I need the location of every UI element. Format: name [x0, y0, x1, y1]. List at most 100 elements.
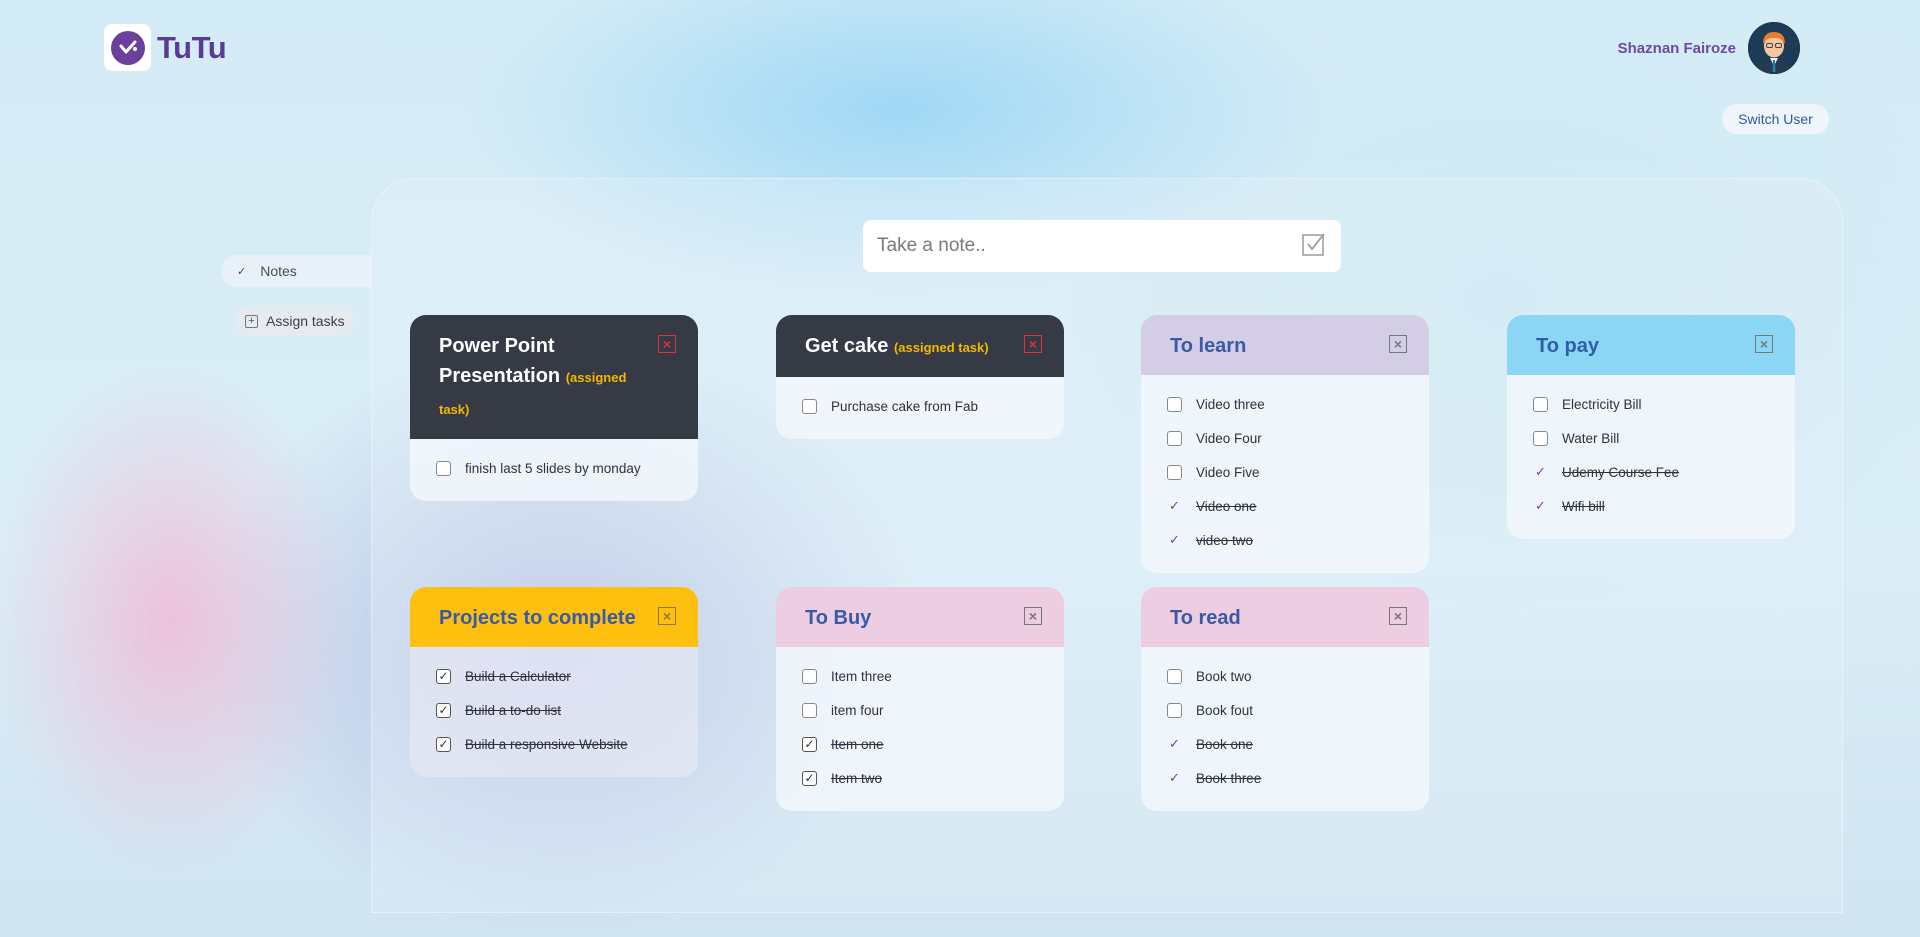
- list-item: Water Bill: [1533, 421, 1795, 455]
- item-label: Wifi bill: [1562, 498, 1605, 514]
- list-item: Electricity Bill: [1533, 387, 1795, 421]
- item-checkbox[interactable]: ✓: [436, 668, 451, 684]
- item-label: Video one: [1196, 498, 1257, 514]
- note-card-header: To pay ×: [1507, 315, 1795, 375]
- app-name: TuTu: [157, 29, 227, 65]
- close-icon[interactable]: ×: [658, 607, 676, 625]
- item-checkbox[interactable]: ✓: [802, 736, 817, 752]
- item-checkbox[interactable]: [1167, 668, 1182, 684]
- note-card-header: Get cake (assigned task) ×: [776, 315, 1064, 377]
- close-icon[interactable]: ×: [1389, 335, 1407, 353]
- close-icon[interactable]: ×: [1024, 335, 1042, 353]
- close-icon[interactable]: ×: [658, 335, 676, 353]
- avatar[interactable]: [1748, 22, 1800, 74]
- note-card-header: To Buy ×: [776, 587, 1064, 647]
- note-card-title: To Buy: [805, 607, 872, 629]
- item-label: Water Bill: [1562, 430, 1620, 446]
- note-card-header: To read ×: [1141, 587, 1429, 647]
- item-label: Build a responsive Website: [465, 736, 628, 752]
- item-label: Item two: [831, 770, 883, 786]
- check-icon[interactable]: ✓: [1167, 771, 1182, 786]
- note-input-bar: [863, 220, 1341, 272]
- app-logo[interactable]: TuTu: [104, 24, 227, 71]
- list-item: ✓ Item two: [802, 761, 1064, 795]
- list-item: Video Four: [1167, 421, 1429, 455]
- note-card-title: Power Point Presentation: [439, 335, 561, 387]
- sidebar-item-notes[interactable]: ✓ Notes: [221, 255, 371, 287]
- note-card: Get cake (assigned task) × Purchase cake…: [776, 315, 1064, 439]
- item-label: finish last 5 slides by monday: [465, 460, 641, 476]
- item-label: Video Four: [1196, 430, 1262, 446]
- item-checkbox[interactable]: [436, 460, 451, 476]
- note-card-body: Item three item four ✓ Item one ✓ Item t…: [776, 647, 1064, 811]
- list-item: ✓ Video one: [1167, 489, 1429, 523]
- check-icon[interactable]: ✓: [1167, 533, 1182, 548]
- list-item: ✓ Wifi bill: [1533, 489, 1795, 523]
- list-item: finish last 5 slides by monday: [436, 451, 698, 485]
- sidebar-item-label: Notes: [260, 263, 297, 279]
- item-label: Book two: [1196, 668, 1252, 684]
- list-item: Video three: [1167, 387, 1429, 421]
- check-icon[interactable]: ✓: [1533, 499, 1548, 514]
- note-card-header: Power Point Presentation (assigned task)…: [410, 315, 698, 439]
- list-item: ✓ Build a Calculator: [436, 659, 698, 693]
- item-label: Book three: [1196, 770, 1262, 786]
- plus-icon: +: [245, 314, 258, 328]
- logo-icon: [104, 24, 151, 71]
- assign-tasks-button[interactable]: + Assign tasks: [235, 306, 354, 336]
- list-item: ✓ Build a to-do list: [436, 693, 698, 727]
- item-checkbox[interactable]: [1167, 464, 1182, 480]
- user-profile: Shaznan Fairoze: [1618, 22, 1800, 74]
- note-card: To Buy × Item three item four ✓ Item one…: [776, 587, 1064, 811]
- note-card-title: Get cake: [805, 335, 889, 357]
- close-icon[interactable]: ×: [1024, 607, 1042, 625]
- note-card-title: Projects to complete: [439, 607, 636, 629]
- note-card-header: Projects to complete ×: [410, 587, 698, 647]
- item-checkbox[interactable]: [1167, 430, 1182, 446]
- item-label: Build a Calculator: [465, 668, 571, 684]
- item-checkbox[interactable]: [802, 668, 817, 684]
- item-label: video two: [1196, 532, 1254, 548]
- note-card-title: To learn: [1170, 335, 1247, 357]
- item-label: Purchase cake from Fab: [831, 398, 979, 414]
- list-item: ✓ video two: [1167, 523, 1429, 557]
- close-icon[interactable]: ×: [1389, 607, 1407, 625]
- note-card-title: To read: [1170, 607, 1241, 629]
- list-item: Book two: [1167, 659, 1429, 693]
- list-item: ✓ Udemy Course Fee: [1533, 455, 1795, 489]
- assign-tasks-label: Assign tasks: [266, 313, 345, 329]
- list-item: item four: [802, 693, 1064, 727]
- item-checkbox[interactable]: ✓: [436, 736, 451, 752]
- assigned-task-label: (assigned task): [893, 340, 989, 355]
- note-card-body: Electricity Bill Water Bill ✓ Udemy Cour…: [1507, 375, 1795, 539]
- note-card: To learn × Video three Video Four Video …: [1141, 315, 1429, 573]
- item-label: Electricity Bill: [1562, 396, 1642, 412]
- switch-user-button[interactable]: Switch User: [1722, 104, 1829, 134]
- list-item: ✓ Item one: [802, 727, 1064, 761]
- item-checkbox[interactable]: ✓: [436, 702, 451, 718]
- list-item: ✓ Book one: [1167, 727, 1429, 761]
- check-icon[interactable]: ✓: [1533, 465, 1548, 480]
- notes-panel: [371, 178, 1843, 913]
- item-label: Item one: [831, 736, 884, 752]
- item-checkbox[interactable]: [1533, 430, 1548, 446]
- item-checkbox[interactable]: [1167, 396, 1182, 412]
- note-card-body: Video three Video Four Video Five ✓ Vide…: [1141, 375, 1429, 573]
- item-checkbox[interactable]: [802, 702, 817, 718]
- note-card-header: To learn ×: [1141, 315, 1429, 375]
- item-label: Video three: [1196, 396, 1265, 412]
- user-name: Shaznan Fairoze: [1617, 39, 1736, 57]
- item-checkbox[interactable]: [1533, 396, 1548, 412]
- note-card: Power Point Presentation (assigned task)…: [410, 315, 698, 501]
- close-icon[interactable]: ×: [1755, 335, 1773, 353]
- item-label: Book fout: [1196, 702, 1254, 718]
- item-label: Book one: [1196, 736, 1254, 752]
- take-note-input[interactable]: [877, 235, 1301, 257]
- note-card-title: To pay: [1536, 335, 1599, 357]
- check-icon[interactable]: ✓: [1167, 737, 1182, 752]
- item-checkbox[interactable]: [1167, 702, 1182, 718]
- check-icon[interactable]: ✓: [1167, 499, 1182, 514]
- item-checkbox[interactable]: [802, 398, 817, 414]
- item-checkbox[interactable]: ✓: [802, 770, 817, 786]
- add-note-icon[interactable]: [1301, 231, 1327, 262]
